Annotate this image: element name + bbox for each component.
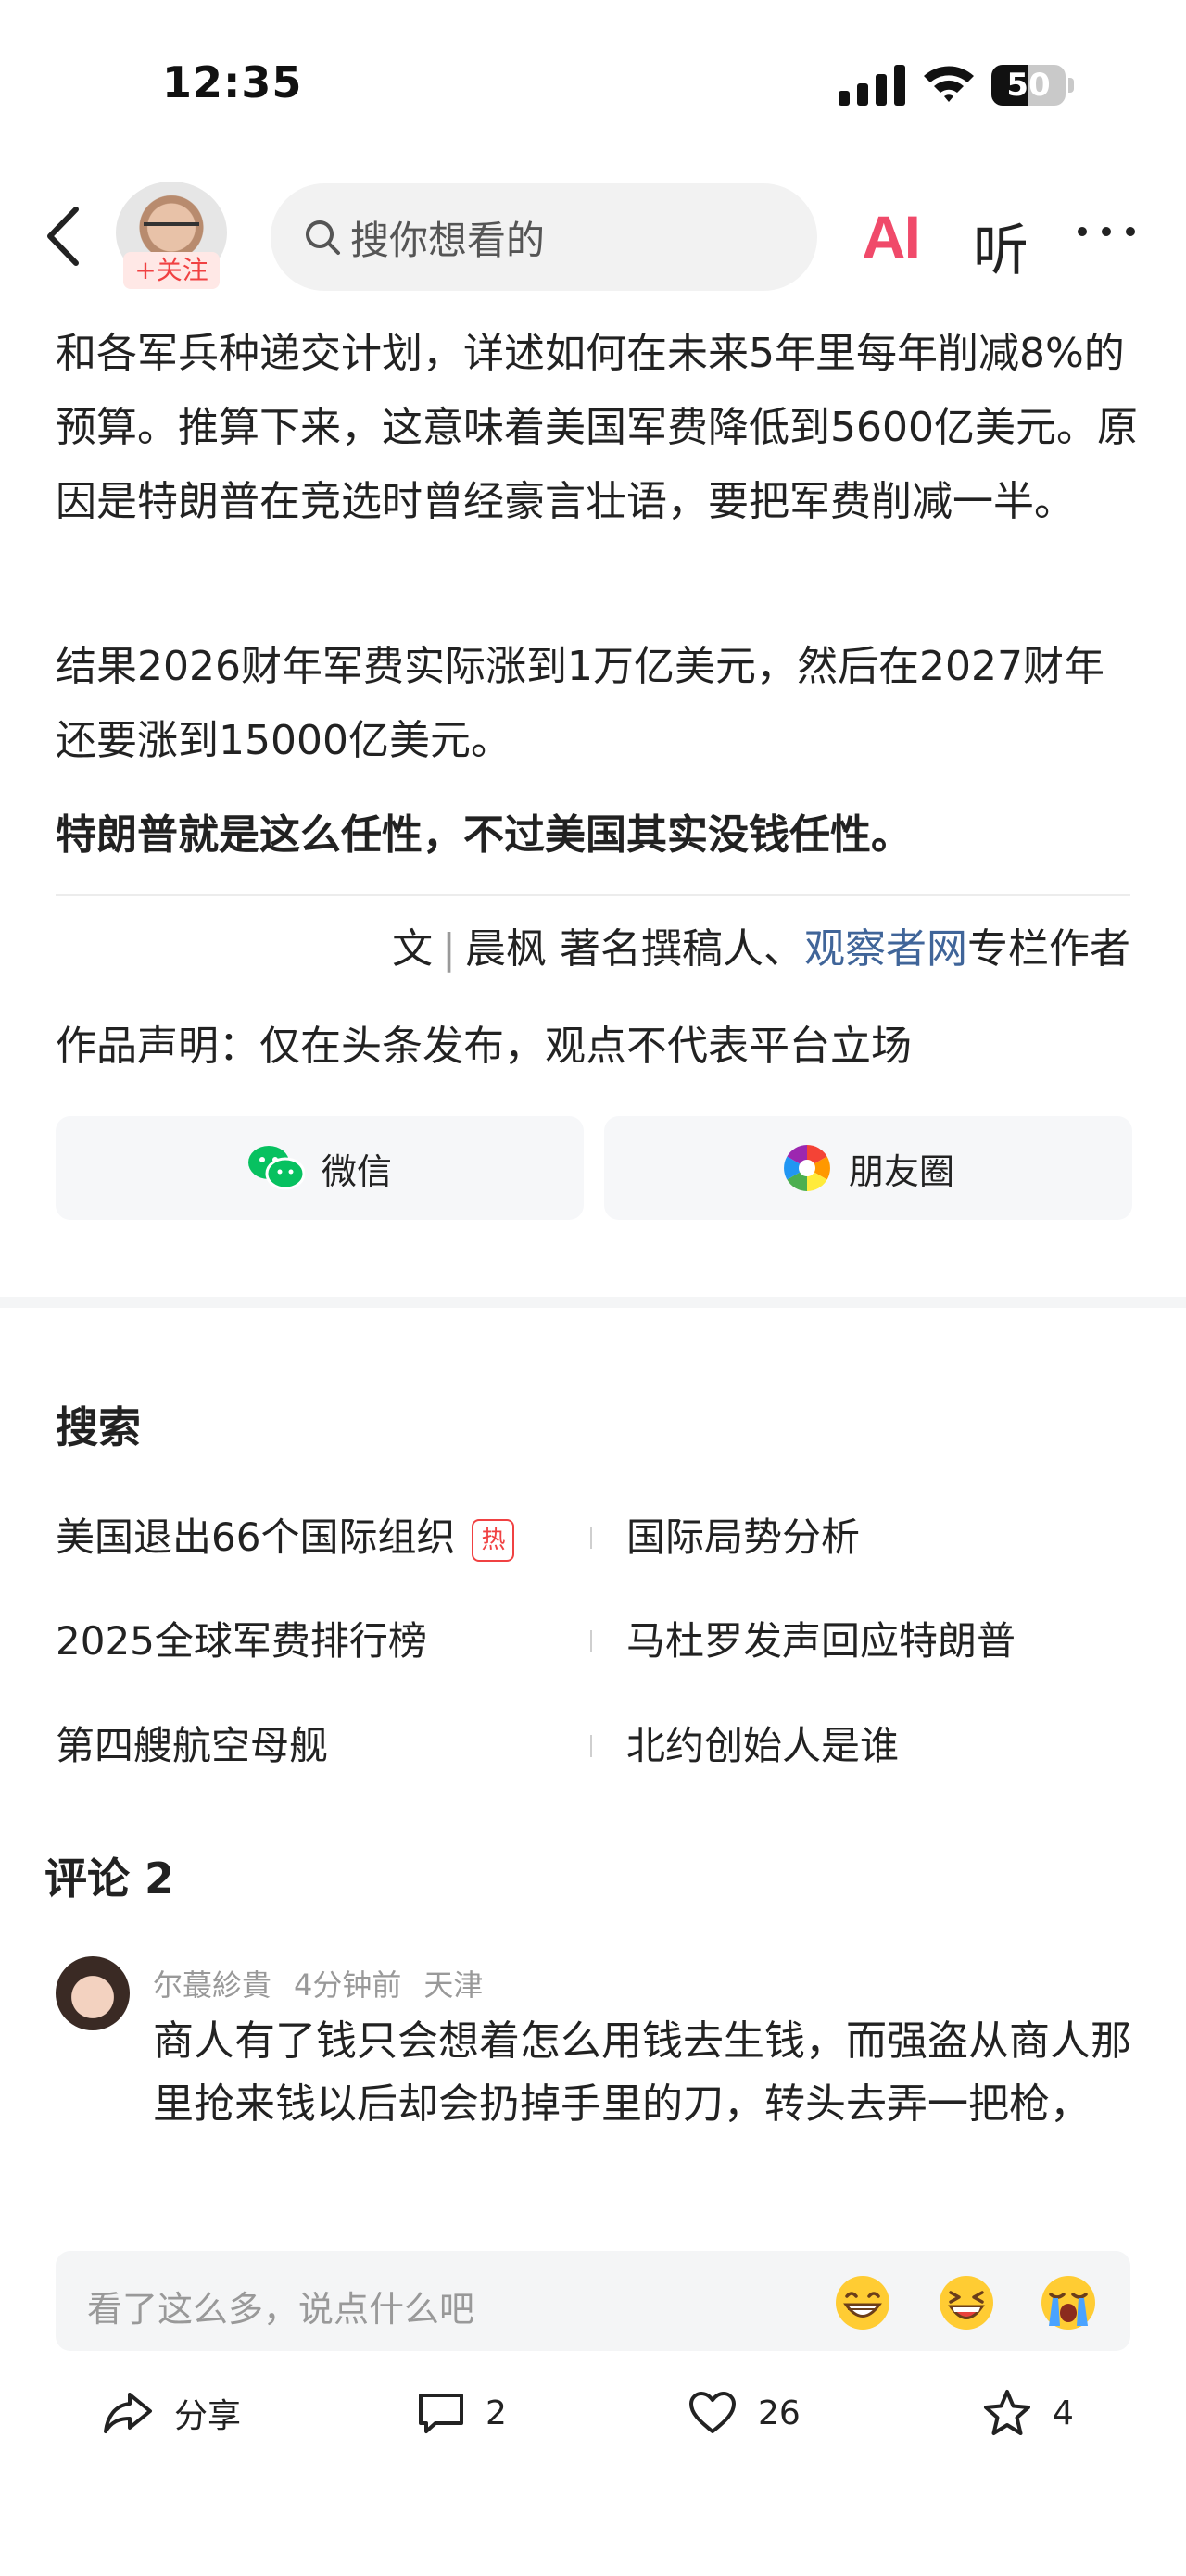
comment-location: 天津 — [423, 1967, 484, 2003]
ai-button[interactable]: AI — [862, 202, 921, 272]
laugh-emoji-icon[interactable] — [938, 2274, 995, 2331]
favorite-count: 4 — [1053, 2394, 1074, 2432]
divider — [590, 1630, 592, 1652]
like-count: 26 — [758, 2394, 801, 2432]
author-avatar[interactable]: +关注 — [116, 182, 227, 291]
star-icon — [984, 2390, 1030, 2435]
search-box[interactable]: 搜你想看的 — [271, 183, 817, 291]
comment-count: 2 — [486, 2394, 507, 2432]
comment-icon — [419, 2394, 463, 2433]
search-suggestion[interactable]: 第四艘航空母舰 — [56, 1718, 328, 1774]
grin-emoji-icon[interactable] — [834, 2274, 891, 2331]
credit-suffix: 专栏作者 — [967, 925, 1130, 973]
favorite-action[interactable]: 4 — [982, 2385, 1074, 2441]
share-wechat-button[interactable]: 微信 — [56, 1116, 584, 1220]
search-suggestion[interactable]: 北约创始人是谁 — [626, 1718, 899, 1774]
wechat-icon — [247, 1146, 305, 1190]
divider — [590, 1527, 592, 1549]
share-action[interactable]: 分享 — [102, 2385, 241, 2441]
cellular-signal-icon — [839, 65, 905, 106]
moments-icon — [784, 1145, 830, 1191]
article-paragraph: 结果2026财年军费实际涨到1万亿美元，然后在2027财年还要涨到15000亿美… — [56, 643, 1104, 764]
share-moments-button[interactable]: 朋友圈 — [604, 1116, 1132, 1220]
search-icon — [306, 220, 340, 255]
listen-button[interactable]: 听 — [973, 206, 1028, 286]
back-arrow-icon[interactable] — [44, 206, 82, 267]
battery-indicator: 50 — [991, 65, 1075, 106]
section-gap — [0, 1297, 1186, 1308]
search-suggestion-text: 美国退出66个国际组织 — [56, 1514, 456, 1560]
commenter-name[interactable]: 尔蕞紾貴 — [153, 1967, 271, 2003]
battery-level: 50 — [1006, 67, 1051, 104]
comment-meta: 尔蕞紾貴 4分钟前 天津 — [153, 1962, 505, 2004]
search-suggestion[interactable]: 马杜罗发声回应特朗普 — [626, 1614, 1016, 1669]
comment-action[interactable]: 2 — [417, 2385, 507, 2441]
share-wechat-label: 微信 — [321, 1150, 392, 1192]
crying-emoji-icon[interactable] — [1040, 2274, 1097, 2331]
comments-title: 评论 2 — [44, 1853, 175, 1904]
like-action[interactable]: 26 — [688, 2385, 801, 2441]
share-action-label: 分享 — [174, 2397, 242, 2435]
outlet-link[interactable]: 观察者网 — [804, 925, 967, 973]
search-suggestion[interactable]: 美国退出66个国际组织热 — [56, 1510, 515, 1565]
search-placeholder: 搜你想看的 — [350, 217, 546, 263]
share-icon — [104, 2393, 152, 2433]
divider — [590, 1735, 592, 1757]
article-paragraph-bold: 特朗普就是这么任性，不过美国其实没钱任性。 — [56, 811, 912, 859]
credit-prefix: 文 — [392, 925, 434, 973]
follow-button[interactable]: +关注 — [123, 252, 220, 289]
author-credit: 文 | 晨枫 著名撰稿人、观察者网专栏作者 — [392, 925, 1130, 973]
more-icon[interactable] — [1077, 222, 1136, 241]
comment-text: 商人有了钱只会想着怎么用钱去生钱，而强盗从商人那里抢来钱以后却会扔掉手里的刀，转… — [153, 2017, 1131, 2128]
divider — [56, 894, 1130, 896]
article-paragraph: 和各军兵种递交计划，详述如何在未来5年里每年削减8%的预算。推算下来，这意味着美… — [56, 330, 1138, 525]
share-moments-label: 朋友圈 — [848, 1150, 954, 1192]
search-section-title: 搜索 — [56, 1402, 141, 1452]
credit-author: 晨枫 著名撰稿人、 — [465, 925, 804, 973]
comment-input-placeholder: 看了这么多，说点什么吧 — [87, 2289, 475, 2330]
search-suggestion[interactable]: 国际局势分析 — [626, 1510, 860, 1565]
hot-badge: 热 — [472, 1518, 515, 1562]
work-declaration: 作品声明：仅在头条发布，观点不代表平台立场 — [56, 1023, 912, 1070]
search-suggestion[interactable]: 2025全球军费排行榜 — [56, 1614, 427, 1669]
wifi-icon — [924, 66, 974, 102]
heart-icon — [689, 2392, 736, 2433]
comment-time: 4分钟前 — [294, 1967, 402, 2003]
status-time: 12:35 — [162, 57, 303, 107]
commenter-avatar[interactable] — [56, 1956, 130, 2030]
